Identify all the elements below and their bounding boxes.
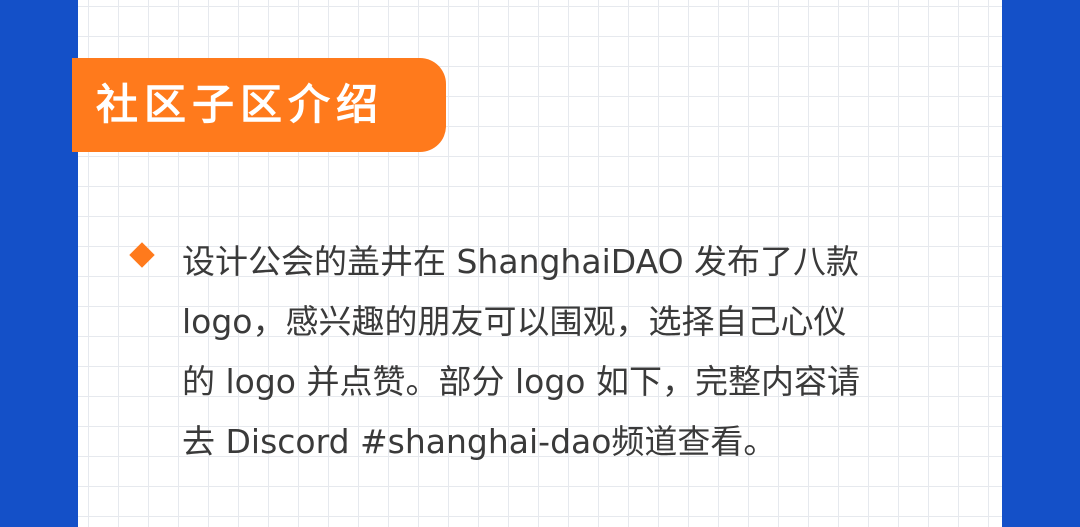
paragraph-line: 的 logo 并点赞。部分 logo 如下，完整内容请 xyxy=(182,362,860,401)
paragraph-line: 去 Discord #shanghai-dao频道查看。 xyxy=(182,422,777,461)
paragraph-line: 设计公会的盖井在 ShanghaiDAO 发布了八款 xyxy=(182,242,860,281)
right-frame-border xyxy=(1002,0,1080,527)
bullet-paragraph: 设计公会的盖井在 ShanghaiDAO 发布了八款 logo，感兴趣的朋友可以… xyxy=(182,232,962,472)
left-frame-border xyxy=(0,0,78,527)
section-title: 社区子区介绍 xyxy=(96,80,385,129)
paragraph-line: logo，感兴趣的朋友可以围观，选择自己心仪 xyxy=(182,302,847,341)
section-title-tag: 社区子区介绍 xyxy=(72,58,446,152)
